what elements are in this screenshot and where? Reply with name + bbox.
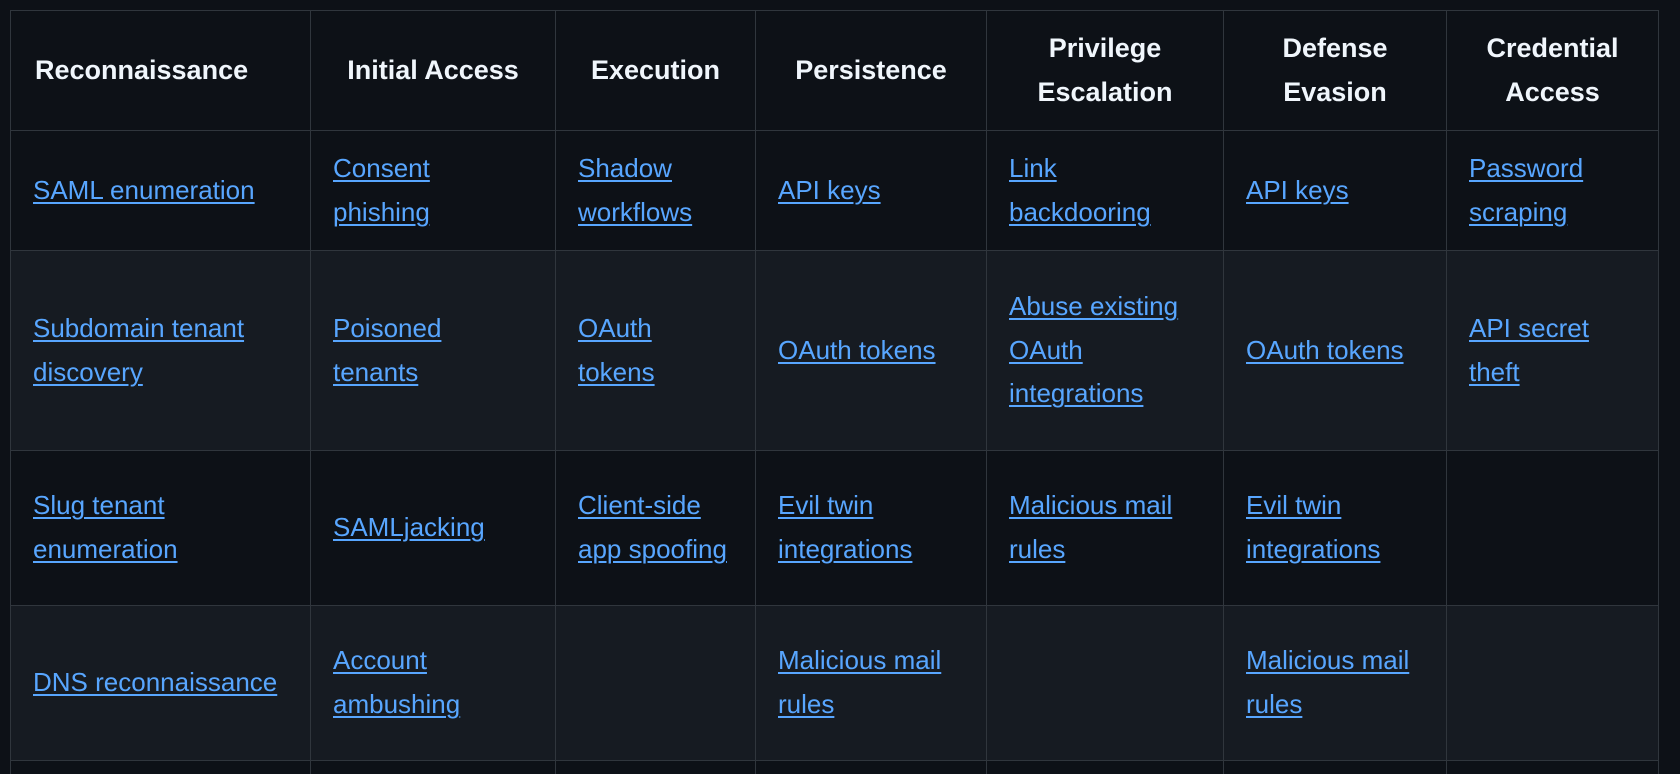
column-header-persistence: Persistence — [755, 10, 987, 131]
matrix-cell: Consent phishing — [310, 130, 556, 251]
matrix-cell — [1446, 760, 1659, 774]
matrix-cell: API secret theft — [1446, 250, 1659, 451]
technique-link[interactable]: OAuth tokens — [1246, 335, 1404, 365]
matrix-cell: Malicious mail rules — [986, 450, 1224, 606]
technique-link[interactable]: Poisoned tenants — [333, 313, 441, 387]
matrix-cell: Account ambushing — [310, 605, 556, 761]
technique-link[interactable]: Evil twin integrations — [778, 490, 912, 564]
matrix-cell: Subdomain tenant discovery — [10, 250, 311, 451]
matrix-cell: Malicious mail rules — [755, 605, 987, 761]
technique-link[interactable]: Subdomain tenant discovery — [33, 313, 244, 387]
technique-link[interactable]: API keys — [778, 175, 881, 205]
matrix-cell — [555, 605, 756, 761]
attack-matrix-container: Reconnaissance Initial Access Execution … — [0, 0, 1680, 774]
matrix-cell — [986, 760, 1224, 774]
matrix-cell: API keys — [1223, 130, 1447, 251]
empty-cell — [1469, 528, 1636, 529]
technique-link[interactable]: Malicious mail rules — [778, 645, 941, 719]
technique-link[interactable]: DNS reconnaissance — [33, 667, 277, 697]
matrix-cell — [1446, 450, 1659, 606]
column-header-privilege-escalation: Privilege Escalation — [986, 10, 1224, 131]
matrix-cell: OAuth tokens — [555, 250, 756, 451]
matrix-cell: OAuth tokens — [755, 250, 987, 451]
matrix-body: SAML enumeration Consent phishing Shadow… — [10, 130, 1659, 774]
technique-link[interactable]: OAuth tokens — [578, 313, 655, 387]
matrix-cell: Password scraping — [1446, 130, 1659, 251]
matrix-cell: Abuse existing OAuth integrations — [986, 250, 1224, 451]
attack-technique-matrix: Reconnaissance Initial Access Execution … — [10, 10, 1659, 774]
matrix-header: Reconnaissance Initial Access Execution … — [10, 10, 1659, 131]
matrix-cell — [10, 760, 311, 774]
column-header-defense-evasion: Defense Evasion — [1223, 10, 1447, 131]
matrix-cell: Malicious mail rules — [1223, 605, 1447, 761]
technique-link[interactable]: SAML enumeration — [33, 175, 255, 205]
matrix-cell: Poisoned tenants — [310, 250, 556, 451]
technique-link[interactable]: Password scraping — [1469, 153, 1583, 227]
matrix-cell — [1446, 605, 1659, 761]
technique-link[interactable]: Malicious mail rules — [1009, 490, 1172, 564]
table-row: Slug tenant enumeration SAMLjacking Clie… — [10, 450, 1659, 606]
matrix-cell: Evil twin integrations — [1223, 450, 1447, 606]
empty-cell — [1009, 683, 1201, 684]
matrix-cell: API keys — [755, 130, 987, 251]
technique-link[interactable]: Abuse existing OAuth integrations — [1009, 291, 1178, 408]
matrix-cell — [310, 760, 556, 774]
matrix-cell: Slug tenant enumeration — [10, 450, 311, 606]
table-row: Subdomain tenant discovery Poisoned tena… — [10, 250, 1659, 451]
column-header-execution: Execution — [555, 10, 756, 131]
column-header-credential-access: Credential Access — [1446, 10, 1659, 131]
technique-link[interactable]: Client-side app spoofing — [578, 490, 727, 564]
matrix-cell: SAML enumeration — [10, 130, 311, 251]
matrix-cell: SAMLjacking — [310, 450, 556, 606]
technique-link[interactable]: Consent phishing — [333, 153, 430, 227]
technique-link[interactable]: API secret theft — [1469, 313, 1589, 387]
technique-link[interactable]: Malicious mail rules — [1246, 645, 1409, 719]
matrix-cell — [755, 760, 987, 774]
technique-link[interactable]: Evil twin integrations — [1246, 490, 1380, 564]
technique-link[interactable]: SAMLjacking — [333, 512, 485, 542]
table-row: SAML enumeration Consent phishing Shadow… — [10, 130, 1659, 251]
matrix-cell: OAuth tokens — [1223, 250, 1447, 451]
matrix-cell: Evil twin integrations — [755, 450, 987, 606]
technique-link[interactable]: Shadow workflows — [578, 153, 692, 227]
technique-link[interactable]: Account ambushing — [333, 645, 460, 719]
technique-link[interactable]: OAuth tokens — [778, 335, 936, 365]
matrix-cell — [555, 760, 756, 774]
column-header-initial-access: Initial Access — [310, 10, 556, 131]
header-row: Reconnaissance Initial Access Execution … — [10, 10, 1659, 131]
matrix-cell: DNS reconnaissance — [10, 605, 311, 761]
matrix-cell: Client-side app spoofing — [555, 450, 756, 606]
table-row-partial — [10, 760, 1659, 774]
column-header-reconnaissance: Reconnaissance — [10, 10, 311, 131]
matrix-cell — [986, 605, 1224, 761]
technique-link[interactable]: Slug tenant enumeration — [33, 490, 178, 564]
empty-cell — [578, 683, 733, 684]
matrix-cell: Shadow workflows — [555, 130, 756, 251]
technique-link[interactable]: Link backdooring — [1009, 153, 1151, 227]
matrix-cell — [1223, 760, 1447, 774]
technique-link[interactable]: API keys — [1246, 175, 1349, 205]
table-row: DNS reconnaissance Account ambushing Mal… — [10, 605, 1659, 761]
matrix-cell: Link backdooring — [986, 130, 1224, 251]
empty-cell — [1469, 683, 1636, 684]
